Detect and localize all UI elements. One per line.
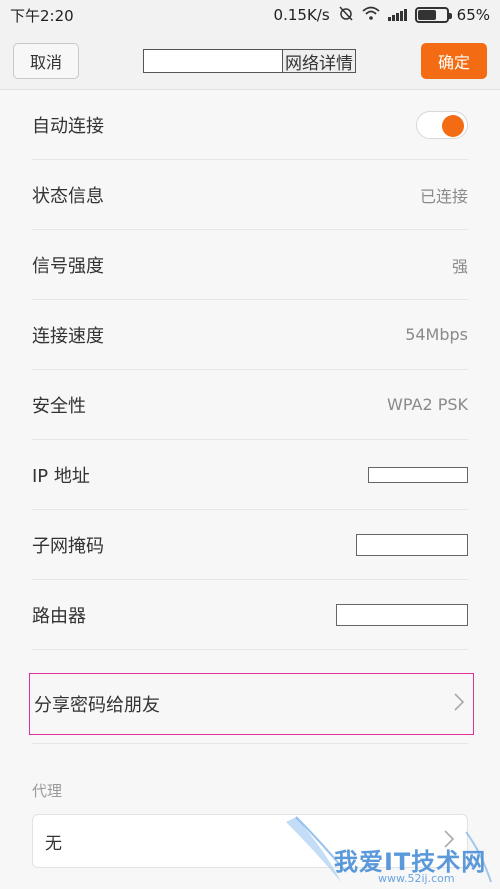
row-ip-address: IP 地址	[32, 440, 468, 510]
row-label: 安全性	[32, 395, 86, 417]
row-label: 自动连接	[32, 115, 104, 137]
row-router: 路由器	[32, 580, 468, 650]
page-title: 网络详情	[143, 49, 356, 74]
battery-percent: 65%	[456, 6, 490, 24]
confirm-button[interactable]: 确定	[421, 43, 487, 79]
proxy-section-label: 代理	[32, 782, 63, 800]
share-password-button[interactable]: 分享密码给朋友	[29, 673, 474, 735]
auto-connect-toggle[interactable]	[416, 110, 468, 139]
row-status: 状态信息 已连接	[32, 160, 468, 230]
toggle-knob	[442, 114, 464, 137]
row-label: IP 地址	[32, 465, 90, 487]
row-label: 连接速度	[32, 325, 104, 347]
redacted-router	[336, 603, 468, 626]
status-icons: 0.15K/s 65%	[274, 5, 490, 25]
row-value: WPA2 PSK	[387, 395, 468, 414]
status-time: 下午2:20	[10, 6, 74, 25]
signal-icon	[387, 9, 407, 21]
proxy-value: 无	[45, 833, 62, 854]
row-link-speed: 连接速度 54Mbps	[32, 300, 468, 370]
row-auto-connect[interactable]: 自动连接	[32, 90, 468, 160]
redacted-network-name	[143, 49, 283, 73]
page-title-text: 网络详情	[283, 49, 356, 74]
row-subnet-mask: 子网掩码	[32, 510, 468, 580]
row-signal-strength: 信号强度 强	[32, 230, 468, 300]
row-value: 54Mbps	[405, 325, 468, 344]
chevron-right-icon	[443, 829, 455, 853]
header: 取消 网络详情 确定	[0, 30, 500, 90]
row-label: 状态信息	[32, 185, 104, 207]
row-label: 路由器	[32, 605, 86, 627]
redacted-ip	[368, 466, 468, 483]
row-security: 安全性 WPA2 PSK	[32, 370, 468, 440]
chevron-right-icon	[453, 692, 465, 717]
battery-icon	[414, 7, 452, 23]
row-value: 已连接	[419, 186, 468, 206]
status-bar: 下午2:20 0.15K/s 65%	[0, 0, 500, 30]
row-label: 信号强度	[32, 255, 104, 277]
wifi-icon	[362, 6, 380, 24]
row-value: 强	[451, 256, 468, 276]
cancel-button[interactable]: 取消	[13, 43, 79, 79]
watermark-url: www.52ij.com	[378, 872, 455, 885]
proxy-select[interactable]: 无	[32, 814, 468, 868]
share-label: 分享密码给朋友	[34, 695, 160, 716]
network-speed: 0.15K/s	[273, 6, 330, 24]
redacted-subnet	[356, 533, 468, 556]
divider	[32, 743, 468, 744]
row-label: 子网掩码	[32, 535, 104, 557]
alarm-off-icon	[338, 5, 354, 25]
